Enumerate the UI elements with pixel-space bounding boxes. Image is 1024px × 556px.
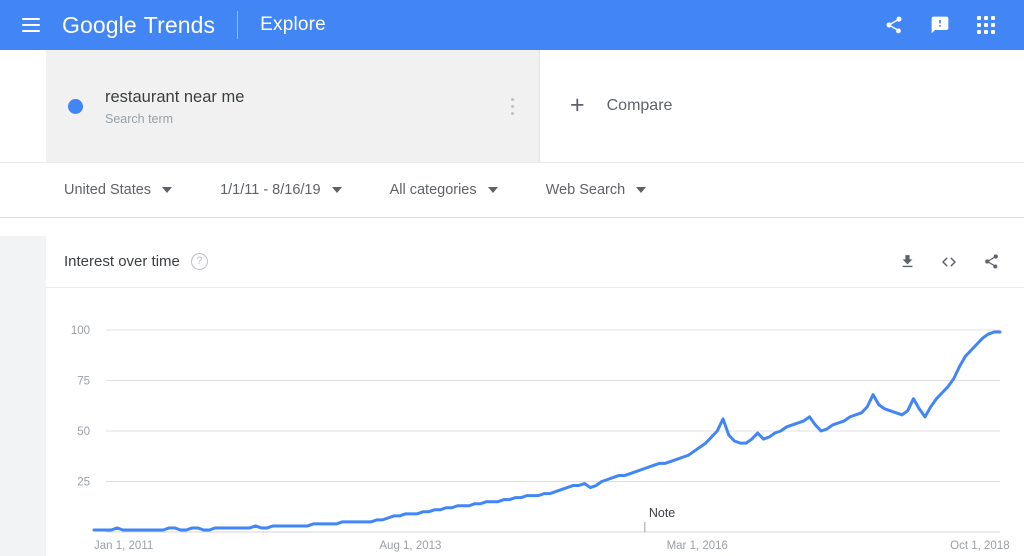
chevron-down-icon [331,187,342,193]
search-term-text: restaurant near me Search term [105,86,244,126]
explore-nav-item[interactable]: Explore [260,14,326,36]
x-axis-tick-label: Oct 1, 2018 [950,540,1009,552]
filter-bar: United States 1/1/11 - 8/16/19 All categ… [0,162,1024,218]
kebab-dot [510,104,514,108]
search-term-menu-icon[interactable] [499,89,525,123]
kebab-dot [510,97,514,101]
chevron-down-icon [487,187,498,193]
feedback-icon[interactable] [920,5,960,45]
filter-location-label: United States [64,182,152,198]
chart-card-header: Interest over time ? [46,236,1024,288]
page-body: Interest over time ? 25 50 75 100 Jan 1,… [0,236,1024,556]
brand-google-text: Google [62,11,137,38]
hamburger-menu-icon[interactable] [14,8,48,42]
hamburger-bar [22,30,40,32]
app-header: Google Trends Explore [0,0,1024,50]
filter-category[interactable]: All categories [390,182,498,198]
interest-over-time-card: Interest over time ? 25 50 75 100 Jan 1,… [46,236,1024,556]
search-term-title: restaurant near me [105,88,245,106]
y-axis-tick-label: 75 [77,376,90,388]
apps-grid-icon[interactable] [966,5,1006,45]
hamburger-bar [22,18,40,20]
chart-area[interactable]: 25 50 75 100 Jan 1, 2011 Aug 1, 2013 Mar 1, 20… [46,288,1024,556]
series-color-dot [68,98,83,114]
brand-logo[interactable]: Google Trends [62,12,215,39]
compare-label: Compare [606,97,673,114]
hamburger-bar [22,24,40,26]
x-axis-tick-label: Jan 1, 2011 [94,540,153,552]
search-term-subtitle: Search term [105,112,174,126]
chart-note-annotation: Note [648,506,676,520]
plus-icon: + [570,90,585,119]
left-gutter [0,50,46,162]
download-icon[interactable] [892,247,922,277]
y-axis-tick-label: 25 [77,477,90,489]
compare-button[interactable]: + Compare [540,50,1024,162]
chevron-down-icon [636,187,647,193]
kebab-dot [510,111,514,115]
share-icon[interactable] [976,247,1006,277]
share-icon[interactable] [874,5,914,45]
help-icon[interactable]: ? [190,253,208,270]
filter-category-label: All categories [389,182,477,198]
header-divider [237,11,239,39]
embed-code-icon[interactable] [934,247,964,277]
filter-time-range-label: 1/1/11 - 8/16/19 [220,182,321,198]
brand-trends-text: Trends [143,11,216,38]
y-axis-tick-label: 50 [77,426,90,438]
filter-time-range[interactable]: 1/1/11 - 8/16/19 [220,182,342,198]
filter-search-type-label: Web Search [545,182,626,198]
interest-over-time-chart[interactable]: 25 50 75 100 Jan 1, 2011 Aug 1, 2013 Mar 1, 20… [46,288,1024,556]
chart-title: Interest over time [64,253,180,270]
x-axis-tick-label: Aug 1, 2013 [379,540,441,552]
chevron-down-icon [162,187,173,193]
search-term-card[interactable]: restaurant near me Search term [46,50,540,162]
y-axis-tick-label: 100 [71,325,90,337]
filter-search-type[interactable]: Web Search [546,182,647,198]
x-axis-tick-label: Mar 1, 2016 [667,540,728,552]
filter-location[interactable]: United States [64,182,173,198]
search-terms-row: restaurant near me Search term + Compare [0,50,1024,162]
